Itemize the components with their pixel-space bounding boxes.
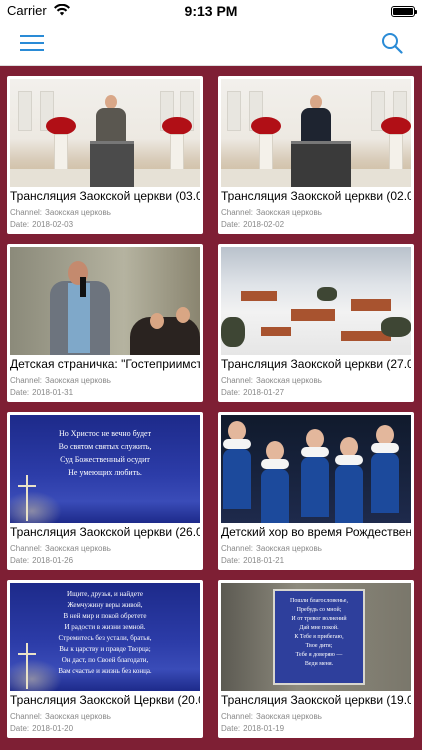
- video-title: Трансляция Заокской церкви (02.02.2018): [221, 189, 411, 203]
- status-bar: Carrier 9:13 PM: [0, 0, 422, 22]
- video-title: Трансляция Заокской церкви (26.01.2018): [10, 525, 200, 539]
- video-date: Date: 2018-01-21: [221, 556, 285, 565]
- video-thumbnail[interactable]: Но Христос не вечно будет Во святом свят…: [10, 415, 200, 523]
- video-card[interactable]: Пошли благословенье, Пребудь со мной; И …: [218, 580, 414, 738]
- video-channel: Channel: Заокская церковь: [221, 376, 322, 385]
- video-thumbnail[interactable]: Ищите, друзья, и найдете Жемчужину веры …: [10, 583, 200, 691]
- video-title: Детский хор во время Рождественского бог…: [221, 525, 411, 539]
- video-title: Детская страничка: "Гостеприимство": [10, 357, 200, 371]
- video-card[interactable]: Ищите, друзья, и найдете Жемчужину веры …: [7, 580, 203, 738]
- video-channel: Channel: Заокская церковь: [221, 544, 322, 553]
- video-card[interactable]: Детская страничка: "Гостеприимство" Chan…: [7, 244, 203, 402]
- video-channel: Channel: Заокская церковь: [221, 712, 322, 721]
- navigation-bar: [0, 22, 422, 66]
- video-thumbnail[interactable]: [221, 79, 411, 187]
- video-thumbnail[interactable]: [10, 247, 200, 355]
- video-date: Date: 2018-01-31: [10, 388, 74, 397]
- slide-text: Ищите, друзья, и найдете Жемчужину веры …: [58, 590, 152, 675]
- video-card[interactable]: Трансляция Заокской церкви (27.01.2018) …: [218, 244, 414, 402]
- video-card[interactable]: Трансляция Заокской церкви (03.02.2018) …: [7, 76, 203, 234]
- video-thumbnail[interactable]: [221, 415, 411, 523]
- video-thumbnail[interactable]: [221, 247, 411, 355]
- video-channel: Channel: Заокская церковь: [10, 712, 111, 721]
- video-date: Date: 2018-02-02: [221, 220, 285, 229]
- clock: 9:13 PM: [184, 3, 238, 19]
- video-title: Трансляция Заокской церкви (27.01.2018): [221, 357, 411, 371]
- video-channel: Channel: Заокская церковь: [10, 208, 111, 217]
- video-date: Date: 2018-01-20: [10, 724, 74, 733]
- video-thumbnail[interactable]: Пошли благословенье, Пребудь со мной; И …: [221, 583, 411, 691]
- search-icon[interactable]: [381, 32, 403, 54]
- video-card[interactable]: Но Христос не вечно будет Во святом свят…: [7, 412, 203, 570]
- video-channel: Channel: Заокская церковь: [10, 544, 111, 553]
- video-channel: Channel: Заокская церковь: [221, 208, 322, 217]
- video-date: Date: 2018-02-03: [10, 220, 74, 229]
- video-date: Date: 2018-01-19: [221, 724, 285, 733]
- video-date: Date: 2018-01-26: [10, 556, 74, 565]
- video-channel: Channel: Заокская церковь: [10, 376, 111, 385]
- video-card[interactable]: Детский хор во время Рождественского бог…: [218, 412, 414, 570]
- video-date: Date: 2018-01-27: [221, 388, 285, 397]
- video-card[interactable]: Трансляция Заокской церкви (02.02.2018) …: [218, 76, 414, 234]
- video-title: Трансляция Заокской Церкви (20.01.2018): [10, 693, 200, 707]
- video-thumbnail[interactable]: [10, 79, 200, 187]
- video-grid: Трансляция Заокской церкви (03.02.2018) …: [0, 66, 422, 750]
- slide-text: Но Христос не вечно будет Во святом свят…: [58, 429, 152, 477]
- slide-text: Пошли благословенье, Пребудь со мной; И …: [290, 598, 348, 667]
- battery-icon: [391, 6, 417, 17]
- video-title: Трансляция Заокской церкви (19.01.2018): [221, 693, 411, 707]
- video-title: Трансляция Заокской церкви (03.02.2018): [10, 189, 200, 203]
- hamburger-menu-icon[interactable]: [20, 33, 44, 53]
